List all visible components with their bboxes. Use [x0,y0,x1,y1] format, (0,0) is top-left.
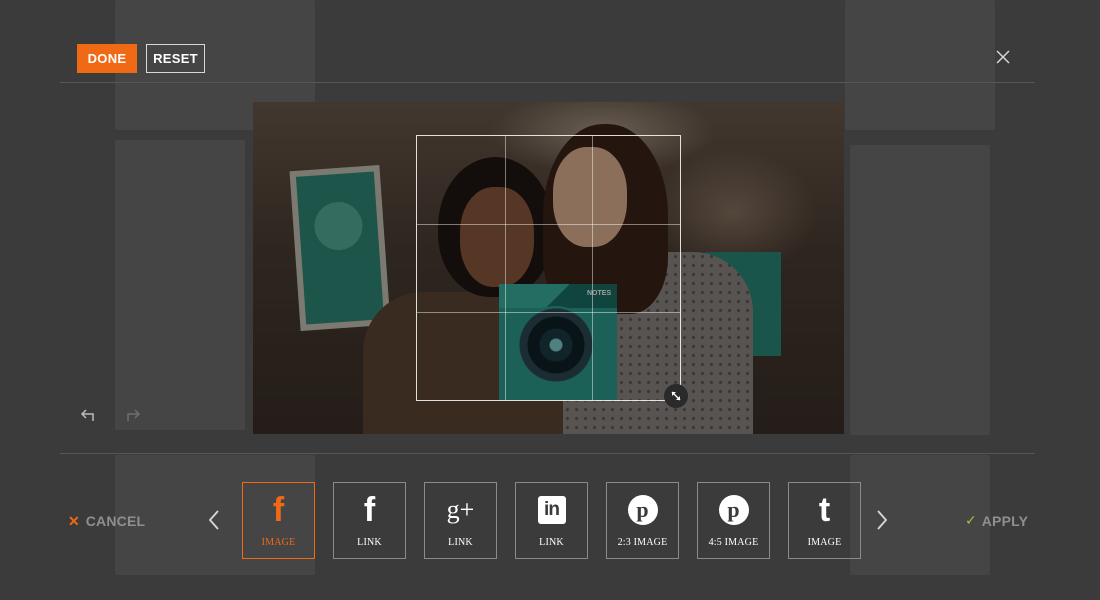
share-option-label: 2:3 IMAGE [617,537,668,548]
tumblr-icon: t [818,490,831,529]
share-option-tumblr-image[interactable]: t IMAGE [788,482,861,559]
cancel-x-icon: ✕ [68,512,80,529]
check-icon: ✓ [965,513,977,529]
share-option-label: 4:5 IMAGE [708,537,759,548]
cancel-label: CANCEL [85,513,146,529]
share-option-pinterest-2-3-image[interactable]: p 2:3 IMAGE [606,482,679,559]
carousel-next-button[interactable] [874,508,890,532]
crop-grid-line [417,311,680,313]
share-option-label: LINK [357,537,382,548]
share-option-linkedin-link[interactable]: in LINK [515,482,588,559]
redo-icon [127,409,141,421]
crop-grid-line [417,223,680,225]
google-plus-icon: g+ [446,495,475,524]
crop-grid-line [592,136,594,400]
undo-icon [80,409,94,421]
share-option-facebook-image[interactable]: f IMAGE [242,482,315,559]
cancel-button[interactable]: ✕ CANCEL [68,510,145,532]
share-option-pinterest-4-5-image[interactable]: p 4:5 IMAGE [697,482,770,559]
share-option-google-plus-link[interactable]: g+ LINK [424,482,497,559]
background-tile [115,140,245,430]
apply-button[interactable]: ✓ APPLY [965,510,1028,532]
pinterest-icon: p [718,495,749,525]
share-option-label: IMAGE [261,537,296,548]
crop-box[interactable] [416,135,681,401]
linkedin-icon-wrap: in [516,493,587,527]
carousel-prev-button[interactable] [206,508,222,532]
facebook-icon: f [272,490,285,529]
facebook-icon: f [363,490,376,529]
background-tile [850,145,990,435]
pinterest-icon-wrap: p [607,493,678,527]
share-option-label: LINK [539,537,564,548]
done-button[interactable]: DONE [77,44,137,73]
resize-handle-icon [671,391,681,401]
undo-button[interactable] [78,404,98,424]
redo-button[interactable] [123,404,143,424]
reset-button[interactable]: RESET [146,44,205,73]
share-options: f IMAGE f LINK g+ LINK in LINK p 2:3 IMA… [242,482,861,559]
close-button[interactable] [992,46,1014,68]
chevron-right-icon [877,510,888,530]
chevron-left-icon [208,510,219,530]
background-tile [845,0,995,130]
crop-resize-handle[interactable] [664,384,688,408]
linkedin-icon: in [537,496,566,524]
top-divider [60,82,1035,83]
apply-label: APPLY [981,513,1029,529]
close-icon [996,50,1010,64]
crop-grid-line [504,136,506,400]
share-option-facebook-link[interactable]: f LINK [333,482,406,559]
pinterest-icon-wrap: p [698,493,769,527]
pinterest-icon: p [627,495,658,525]
bottom-divider [60,453,1035,454]
share-option-label: LINK [448,537,473,548]
share-option-label: IMAGE [807,537,842,548]
